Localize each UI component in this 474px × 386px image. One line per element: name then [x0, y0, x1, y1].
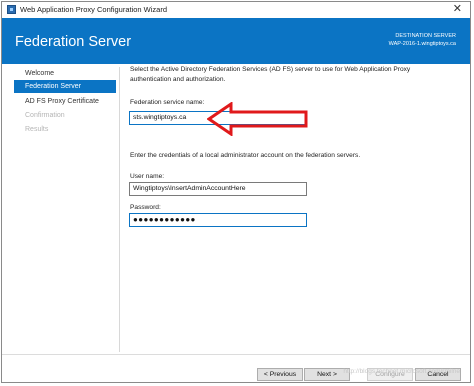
- close-icon[interactable]: ✕: [453, 3, 462, 16]
- watermark-url: http://blogs.technet.microsoft.com/rmiln…: [343, 368, 460, 375]
- window-title: Web Application Proxy Configuration Wiza…: [20, 5, 168, 14]
- user-name-label: User name:: [130, 173, 165, 180]
- federation-service-name-label: Federation service name:: [130, 99, 205, 106]
- user-name-input[interactable]: Wingtiptoys\InsertAdminAccountHere: [129, 182, 307, 196]
- password-label: Password:: [130, 204, 161, 211]
- sidebar-item-results: Results: [25, 126, 49, 133]
- sidebar-item-welcome[interactable]: Welcome: [14, 67, 116, 80]
- page-title: Federation Server: [15, 34, 132, 50]
- credentials-intro-text: Enter the credentials of a local adminis…: [130, 152, 361, 159]
- sidebar-item-confirmation: Confirmation: [25, 112, 65, 119]
- wizard-window: Web Application Proxy Configuration Wiza…: [1, 1, 471, 383]
- sidebar-item-adfs-proxy-certificate[interactable]: AD FS Proxy Certificate: [14, 95, 116, 108]
- destination-server-label: DESTINATION SERVER: [395, 33, 456, 39]
- destination-server-value: WAP-2016-1.wingtiptoys.ca: [388, 41, 456, 47]
- password-input[interactable]: ●●●●●●●●●●●●: [129, 213, 307, 227]
- title-bar: Web Application Proxy Configuration Wiza…: [2, 2, 470, 19]
- red-arrow-annotation: [207, 102, 308, 136]
- sidebar-item-federation-server[interactable]: Federation Server: [14, 80, 116, 93]
- app-icon: [7, 5, 16, 14]
- wizard-header: Federation Server DESTINATION SERVER WAP…: [2, 18, 470, 64]
- previous-button[interactable]: < Previous: [257, 368, 303, 381]
- footer-divider: [2, 354, 470, 355]
- intro-text: Select the Active Directory Federation S…: [130, 66, 411, 83]
- sidebar-divider: [119, 67, 120, 352]
